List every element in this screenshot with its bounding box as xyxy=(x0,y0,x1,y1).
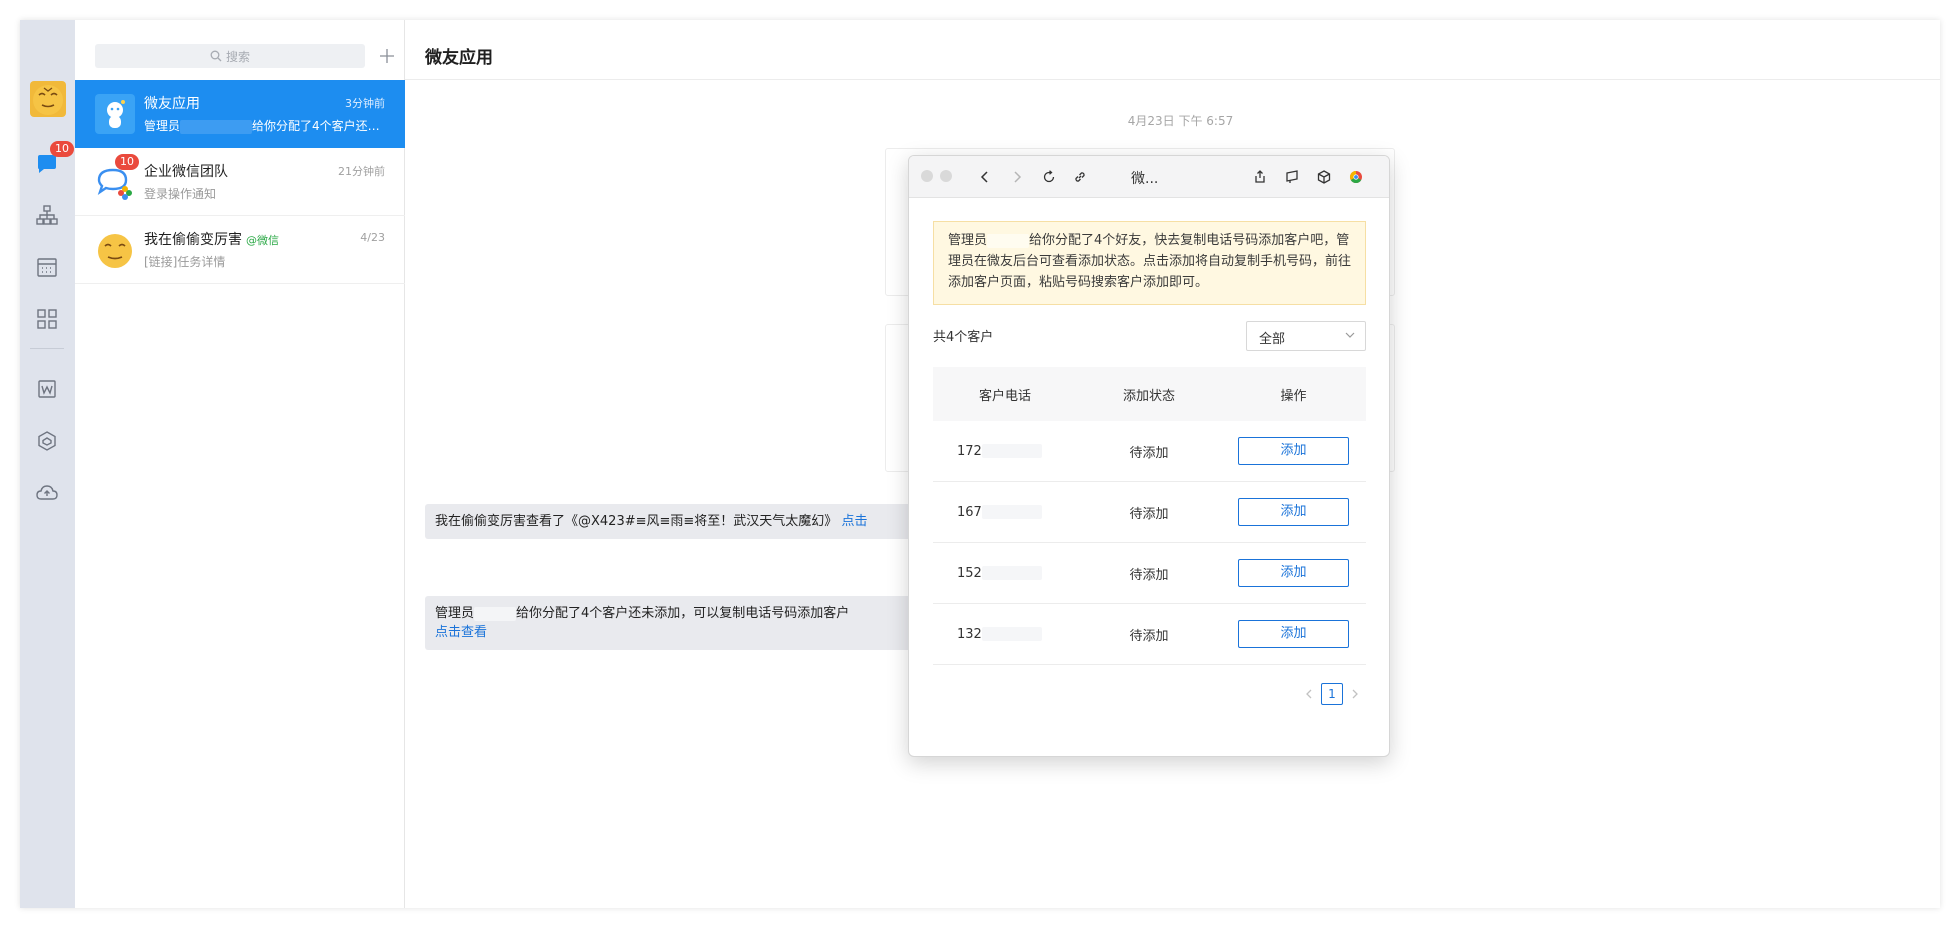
chat-unread-badge: 10 xyxy=(50,141,74,157)
search-placeholder: 搜索 xyxy=(225,49,250,64)
refresh-button[interactable] xyxy=(1038,166,1060,188)
contact-avatar xyxy=(95,230,135,270)
conversation-preview: 管理员给你分配了4个客户还未添... xyxy=(144,119,384,134)
phone-cell: 172 xyxy=(933,444,1077,459)
unread-badge: 10 xyxy=(115,154,139,170)
column-header: 操作 xyxy=(1280,388,1307,404)
table-row: 152 待添加 添加 xyxy=(933,543,1366,604)
cube-icon[interactable] xyxy=(34,428,60,454)
view-details-link[interactable]: 点击查看 xyxy=(435,625,487,640)
minimize-dot[interactable] xyxy=(940,170,952,182)
conversation-item[interactable]: 10 企业微信团队 21分钟前 登录操作通知 xyxy=(75,148,405,216)
conversation-preview: [链接]任务详情 xyxy=(144,255,226,269)
message-button[interactable] xyxy=(1281,166,1303,188)
table-row: 167 待添加 添加 xyxy=(933,482,1366,543)
rail-divider xyxy=(30,348,64,349)
status-filter-select[interactable]: 全部 xyxy=(1246,321,1366,351)
status-cell: 待添加 xyxy=(1129,567,1169,583)
chrome-icon xyxy=(1349,171,1362,184)
conversation-item[interactable]: 我在偷偷变厉害 @微信 4/23 [链接]任务详情 xyxy=(75,216,405,284)
org-chart-icon[interactable] xyxy=(34,202,60,228)
plus-icon xyxy=(380,49,394,63)
flag-icon xyxy=(1286,170,1298,183)
customer-count: 共4个客户 xyxy=(933,330,994,345)
user-avatar[interactable] xyxy=(30,81,66,117)
add-customer-button[interactable]: 添加 xyxy=(1238,559,1349,587)
popup-window: 微... 管理员 给你分配了4个好友，快去复制电话号码添加客户吧，管理员在微友后台… xyxy=(908,155,1390,757)
phone-cell: 167 xyxy=(933,505,1077,520)
conversation-item[interactable]: 微友应用 3分钟前 管理员给你分配了4个客户还未添... xyxy=(75,80,405,148)
conversation-time: 4/23 xyxy=(360,231,385,244)
chevron-left-icon xyxy=(980,171,988,183)
conversation-time: 21分钟前 xyxy=(338,165,385,178)
cloud-drive-icon[interactable] xyxy=(34,480,60,506)
conversation-title: 微友应用 xyxy=(144,96,200,112)
phone-cell: 152 xyxy=(933,566,1077,581)
customer-table: 客户电话 添加状态 操作 172 待添加 添加 167 待添加 添加 152 待… xyxy=(933,367,1366,665)
status-cell: 待添加 xyxy=(1129,628,1169,644)
link-icon xyxy=(1075,172,1085,182)
notice-banner: 管理员 给你分配了4个好友，快去复制电话号码添加客户吧，管理员在微友后台可查看添加… xyxy=(933,221,1366,305)
open-in-browser-button[interactable] xyxy=(1345,166,1367,188)
status-cell: 待添加 xyxy=(1129,445,1169,461)
view-link[interactable]: 点击 xyxy=(841,514,867,529)
app-window: 10 搜索 微友应用 3分钟前 管理员 给你分配了4个客户还未 10 企业微信团… xyxy=(20,20,1940,908)
message-timestamp: 4月23日 下午 6:57 xyxy=(1127,114,1234,128)
nav-rail: 10 xyxy=(20,20,75,908)
chat-title: 微友应用 xyxy=(425,48,493,68)
column-header: 客户电话 xyxy=(978,388,1031,404)
back-button[interactable] xyxy=(974,166,996,188)
app-avatar xyxy=(95,94,135,134)
add-button[interactable] xyxy=(375,44,399,68)
conversation-title: 我在偷偷变厉害 @微信 xyxy=(144,232,279,248)
status-cell: 待添加 xyxy=(1129,506,1169,522)
phone-cell: 132 xyxy=(933,627,1077,642)
add-customer-button[interactable]: 添加 xyxy=(1238,498,1349,526)
calendar-icon[interactable] xyxy=(34,254,60,280)
share-button[interactable] xyxy=(1249,166,1271,188)
table-header: 客户电话 添加状态 操作 xyxy=(933,367,1366,421)
chat-header: 微友应用 xyxy=(405,20,1940,80)
popup-title: 微... xyxy=(1131,171,1159,187)
add-customer-button[interactable]: 添加 xyxy=(1238,620,1349,648)
message-bubble: 管理员 给你分配了4个客户还未添加，可以复制电话号码添加客户 点击查看 xyxy=(425,596,925,650)
page-number[interactable]: 1 xyxy=(1321,683,1343,705)
table-row: 172 待添加 添加 xyxy=(933,421,1366,482)
apps-grid-icon[interactable] xyxy=(34,306,60,332)
chevron-right-icon xyxy=(1014,171,1022,183)
wechat-tag: @微信 xyxy=(246,234,279,247)
conversation-time: 3分钟前 xyxy=(345,97,385,110)
chevron-down-icon xyxy=(1345,332,1355,338)
box-icon xyxy=(1317,170,1331,184)
close-dot[interactable] xyxy=(921,170,933,182)
package-button[interactable] xyxy=(1313,166,1335,188)
next-page-icon[interactable] xyxy=(1351,688,1359,700)
search-icon xyxy=(210,50,222,62)
conversation-preview: 登录操作通知 xyxy=(144,187,217,201)
search-input[interactable]: 搜索 xyxy=(95,44,365,68)
copy-link-button[interactable] xyxy=(1069,166,1091,188)
pagination: 1 xyxy=(1305,683,1359,705)
conversation-title: 企业微信团队 xyxy=(144,164,228,180)
table-row: 132 待添加 添加 xyxy=(933,604,1366,665)
message-bubble: 我在偷偷变厉害查看了《@X423#≡风≡雨≡将至！武汉天气太魔幻》 点击 xyxy=(425,504,925,539)
add-customer-button[interactable]: 添加 xyxy=(1238,437,1349,465)
share-icon xyxy=(1255,170,1265,183)
popup-toolbar: 微... xyxy=(909,156,1389,198)
column-header: 添加状态 xyxy=(1122,388,1175,404)
prev-page-icon[interactable] xyxy=(1305,688,1313,700)
forward-button[interactable] xyxy=(1006,166,1028,188)
document-icon[interactable] xyxy=(34,376,60,402)
refresh-icon xyxy=(1043,170,1055,183)
conversation-list: 搜索 微友应用 3分钟前 管理员给你分配了4个客户还未添... 10 企业微信团… xyxy=(75,20,405,908)
